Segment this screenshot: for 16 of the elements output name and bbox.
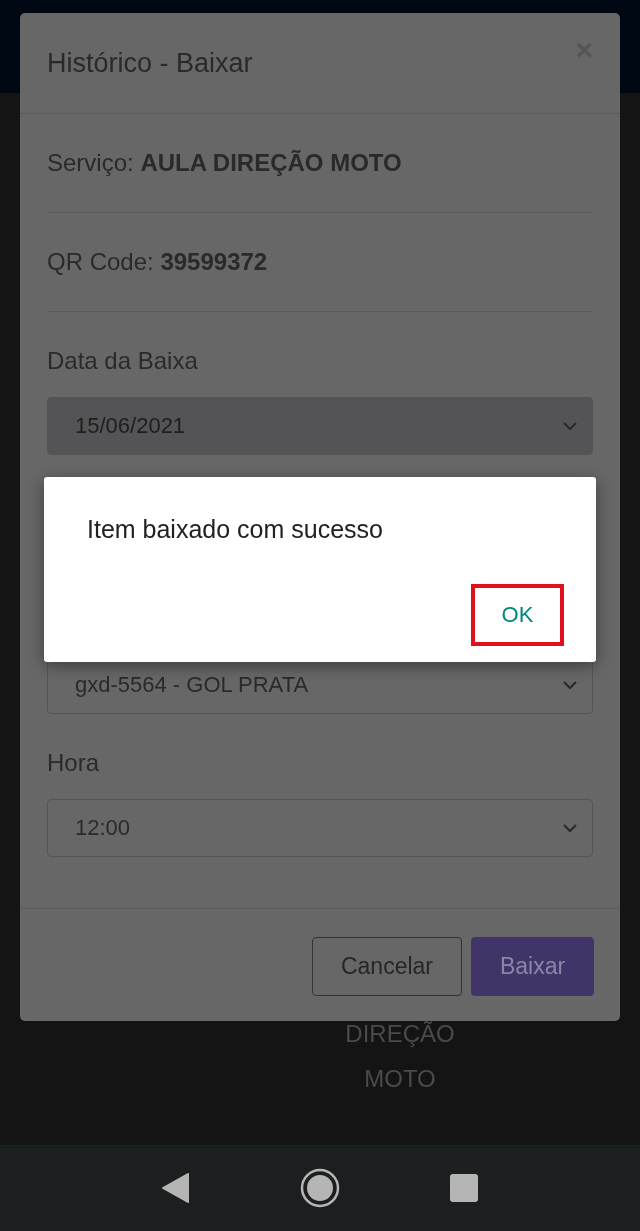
field-label: Hora [47,748,101,778]
home-icon[interactable] [300,1168,340,1208]
ok-button[interactable]: OK [471,584,564,646]
info-text: QR Code: 39599372 [47,248,268,276]
chevron-down-icon [562,680,578,690]
close-button[interactable]: × [575,35,593,65]
field-label: Data da Baixa [47,346,199,376]
chevron-down-icon [562,421,578,431]
chevron-down-icon [562,823,578,833]
alert-message: Item baixado com sucesso [87,514,384,545]
modal-title: Histórico - Baixar [47,47,253,79]
info-text: Serviço: AULA DIREÇÃO MOTO [47,149,402,177]
primary-button[interactable]: Baixar [471,937,594,996]
back-icon[interactable] [162,1173,190,1203]
dropdown-select[interactable]: 12:00 [47,799,593,857]
cancel-button[interactable]: Cancelar [312,937,462,996]
